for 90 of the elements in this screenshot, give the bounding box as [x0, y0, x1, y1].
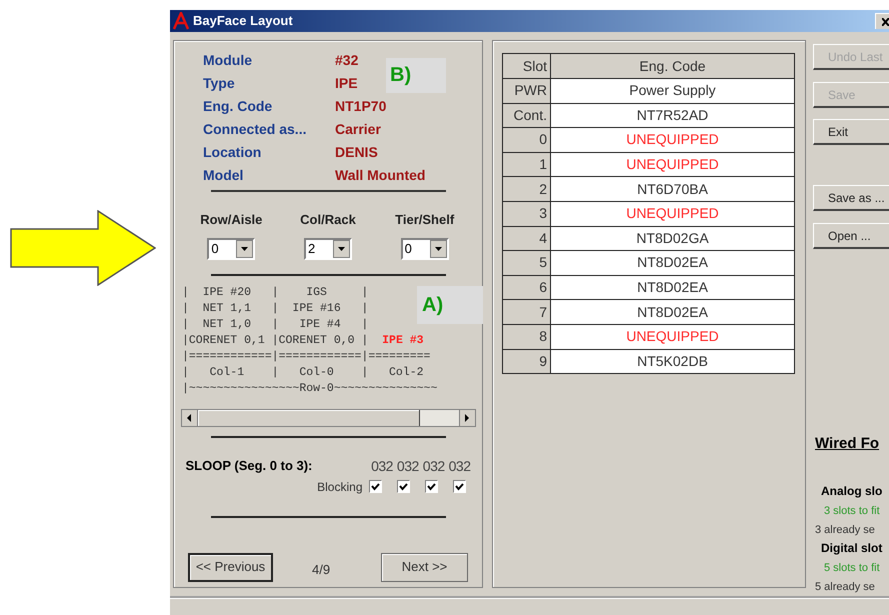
annotation-label: B): [386, 58, 446, 93]
previous-button[interactable]: << Previous: [188, 552, 273, 582]
left-triangle-icon: [187, 414, 191, 422]
field-value: IPE: [335, 74, 358, 93]
code-cell: NT5K02DB: [550, 349, 794, 374]
slots-to-fit-text: 3 slots to fit: [824, 504, 880, 518]
field-value: DENIS: [335, 143, 378, 162]
diagram-line: |~~~~~~~~~~~~~~~~Row-0~~~~~~~~~~~~~~~: [182, 380, 438, 396]
page-indicator: 4/9: [312, 561, 330, 580]
dropdown[interactable]: 0: [207, 238, 256, 260]
code-cell: NT6D70BA: [550, 176, 794, 202]
code-cell: Power Supply: [550, 78, 794, 104]
slot-cell: 4: [502, 226, 550, 251]
already-set-text: 5 already se: [815, 580, 875, 595]
dropdown[interactable]: 2: [304, 238, 352, 260]
code-cell: UNEQUIPPED: [550, 152, 794, 177]
right-triangle-icon: [465, 414, 469, 422]
sloop-label: SLOOP (Seg. 0 to 3):: [186, 457, 312, 476]
caret-icon: [434, 246, 442, 250]
segment-value: 032: [396, 456, 419, 476]
checkbox[interactable]: [424, 480, 438, 493]
column-header: Eng. Code: [550, 54, 794, 78]
caret-icon: [241, 246, 248, 250]
horizontal-scrollbar[interactable]: [180, 408, 476, 426]
field-label: Type: [203, 74, 236, 93]
group-heading: Digital slot: [821, 540, 882, 556]
slot-cell: 9: [502, 349, 550, 374]
diagram-line: | NET 1,0 | IPE #4 |: [182, 316, 368, 332]
segment-value: 032: [371, 456, 393, 476]
section-heading: Wired Fo: [815, 434, 880, 454]
annotation-label: A): [417, 286, 483, 324]
code-cell: UNEQUIPPED: [550, 324, 794, 350]
slot-cell: PWR: [502, 78, 550, 104]
field-value: Wall Mounted: [335, 166, 426, 185]
field-label: Location: [203, 143, 262, 162]
dropdown[interactable]: 0: [400, 238, 449, 260]
slot-cell: 5: [502, 250, 550, 276]
code-cell: NT8D02EA: [550, 250, 794, 276]
toolbar-button[interactable]: Save as ...: [813, 185, 889, 211]
scroll-right-button[interactable]: [458, 410, 474, 426]
diagram-line: | Col-1 | Col-0 | Col-2: [182, 364, 424, 380]
code-cell: NT8D02EA: [550, 275, 794, 300]
close-icon: [882, 18, 889, 26]
toolbar-button[interactable]: Open ...: [813, 223, 889, 249]
code-cell: NT8D02EA: [550, 300, 794, 324]
code-cell: UNEQUIPPED: [550, 201, 794, 226]
dropdown-label: Row/Aisle: [200, 211, 262, 229]
slot-cell: Cont.: [502, 103, 550, 128]
slot-cell: 3: [502, 201, 550, 226]
slot-cell: 2: [502, 176, 550, 202]
field-value: Carrier: [335, 120, 381, 139]
letter-a-logo-icon: [172, 12, 190, 30]
dropdown-label: Tier/Shelf: [395, 211, 454, 229]
already-set-text: 3 already se: [815, 523, 875, 538]
slot-cell: 8: [502, 324, 550, 350]
toolbar-button[interactable]: Exit: [813, 119, 889, 145]
segment-value: 032: [448, 456, 470, 476]
code-cell: UNEQUIPPED: [550, 128, 794, 152]
field-label: Model: [203, 166, 244, 185]
caret-icon: [338, 246, 345, 250]
segment-value: 032: [422, 456, 445, 476]
highlighted-module-text: IPE #3: [381, 332, 424, 348]
field-label: Module: [203, 51, 253, 70]
blocking-label: Blocking: [317, 478, 362, 496]
field-label: Eng. Code: [203, 97, 274, 116]
diagram-line: | IPE #20 | IGS |: [182, 284, 368, 300]
code-cell: NT8D02GA: [550, 226, 794, 251]
slot-cell: 6: [502, 275, 550, 300]
checkbox[interactable]: [452, 480, 466, 493]
column-header: Slot: [502, 54, 550, 78]
diagram-line: |============|============|=========: [182, 348, 430, 364]
scroll-left-button[interactable]: [182, 410, 198, 426]
window-title: BayFace Layout: [193, 12, 293, 30]
diagram-line: | NET 1,1 | IPE #16 |: [182, 300, 368, 316]
slot-cell: 7: [502, 300, 550, 324]
group-heading: Analog slo: [821, 482, 882, 500]
scroll-thumb[interactable]: [198, 410, 420, 426]
next-button[interactable]: Next >>: [381, 552, 468, 582]
slot-cell: 1: [502, 152, 550, 177]
dropdown-label: Col/Rack: [300, 211, 356, 229]
field-value: NT1P70: [335, 97, 386, 116]
close-button[interactable]: [875, 13, 889, 29]
checkbox[interactable]: [396, 480, 410, 493]
slots-to-fit-text: 5 slots to fit: [824, 560, 880, 576]
code-cell: NT7R52AD: [550, 103, 794, 128]
field-label: Connected as...: [203, 120, 308, 139]
diagram-line: |CORENET 0,1 |CORENET 0,0 |: [182, 332, 368, 348]
field-value: #32: [335, 51, 358, 70]
checkbox[interactable]: [368, 480, 382, 493]
slot-cell: 0: [502, 128, 550, 152]
